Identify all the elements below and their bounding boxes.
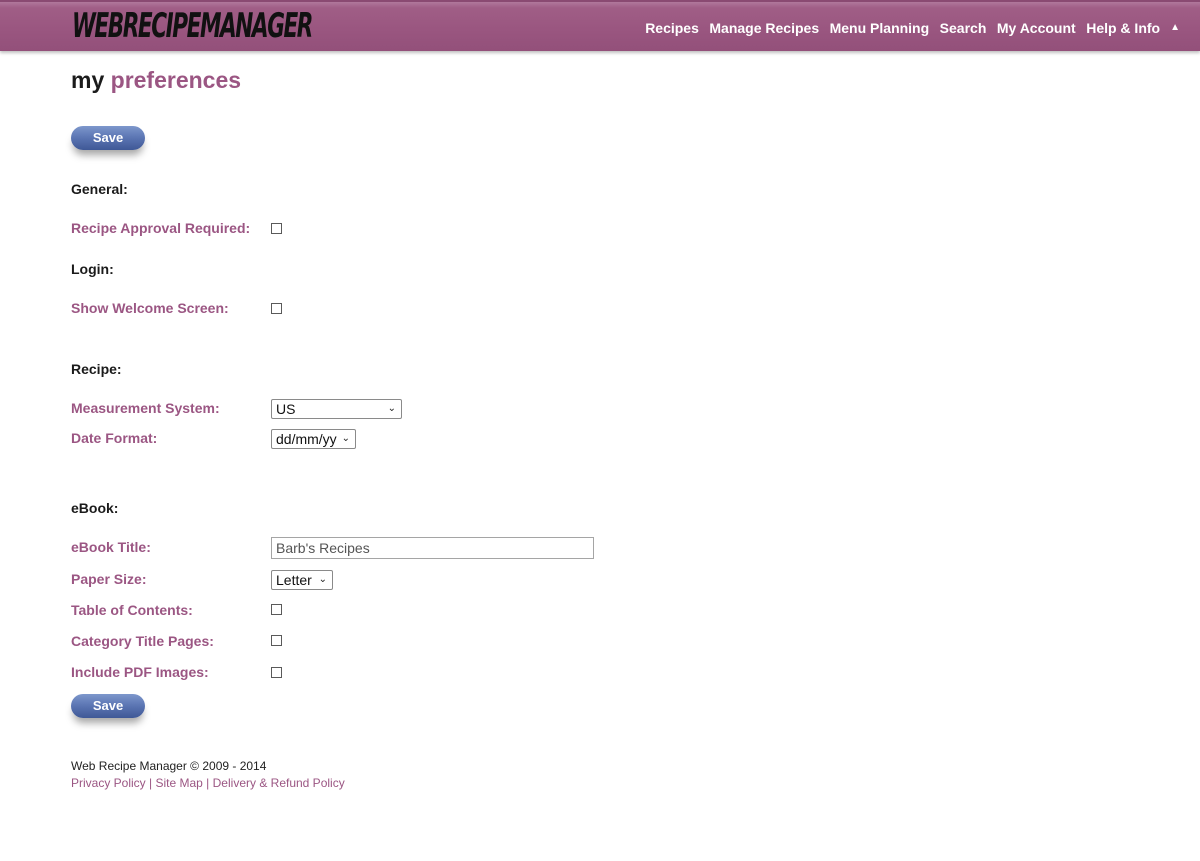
chevron-down-icon: ⌄ xyxy=(387,403,396,414)
chevron-down-icon: ⌄ xyxy=(318,574,327,585)
privacy-policy-link[interactable]: Privacy Policy xyxy=(71,776,146,790)
date-format-label: Date Format: xyxy=(71,430,158,446)
nav-my-account[interactable]: My Account xyxy=(997,20,1076,36)
section-general-heading: General: xyxy=(71,181,128,197)
top-navigation-bar: WEBRECIPEMANAGER Recipes Manage Recipes … xyxy=(0,0,1200,51)
site-map-link[interactable]: Site Map xyxy=(155,776,202,790)
section-ebook-heading: eBook: xyxy=(71,500,119,516)
site-logo[interactable]: WEBRECIPEMANAGER xyxy=(72,1,313,50)
footer-separator: | xyxy=(145,776,156,790)
measurement-system-select[interactable]: US ⌄ xyxy=(271,399,402,419)
main-nav: Recipes Manage Recipes Menu Planning Sea… xyxy=(635,2,1180,53)
date-format-select[interactable]: dd/mm/yy ⌄ xyxy=(271,429,356,449)
save-button-bottom[interactable]: Save xyxy=(71,694,145,718)
show-welcome-checkbox[interactable] xyxy=(271,303,282,314)
nav-manage-recipes[interactable]: Manage Recipes xyxy=(709,20,819,36)
chevron-down-icon: ⌄ xyxy=(341,433,350,444)
paper-size-select[interactable]: Letter ⌄ xyxy=(271,570,333,590)
include-pdf-images-label: Include PDF Images: xyxy=(71,664,209,680)
ebook-title-label: eBook Title: xyxy=(71,539,151,555)
nav-search[interactable]: Search xyxy=(940,20,987,36)
ebook-title-input[interactable]: Barb's Recipes xyxy=(271,537,594,559)
nav-menu-planning[interactable]: Menu Planning xyxy=(830,20,930,36)
date-format-value: dd/mm/yy xyxy=(276,431,337,447)
recipe-approval-label: Recipe Approval Required: xyxy=(71,220,251,236)
measurement-system-value: US xyxy=(276,401,296,417)
chevron-up-icon[interactable]: ▲ xyxy=(1170,22,1180,33)
footer-copyright: Web Recipe Manager © 2009 - 2014 xyxy=(71,759,267,773)
page-title-accent: preferences xyxy=(110,67,242,93)
footer-separator: | xyxy=(202,776,213,790)
section-recipe-heading: Recipe: xyxy=(71,361,122,377)
nav-recipes[interactable]: Recipes xyxy=(645,20,699,36)
recipe-approval-checkbox[interactable] xyxy=(271,223,282,234)
footer-links: Privacy Policy | Site Map | Delivery & R… xyxy=(71,776,345,790)
table-of-contents-checkbox[interactable] xyxy=(271,604,282,615)
nav-help-info[interactable]: Help & Info xyxy=(1086,20,1160,36)
paper-size-value: Letter xyxy=(276,572,312,588)
include-pdf-images-checkbox[interactable] xyxy=(271,667,282,678)
delivery-refund-policy-link[interactable]: Delivery & Refund Policy xyxy=(213,776,345,790)
table-of-contents-label: Table of Contents: xyxy=(71,602,193,618)
page-title-prefix: my xyxy=(71,67,105,93)
paper-size-label: Paper Size: xyxy=(71,571,147,587)
section-login-heading: Login: xyxy=(71,261,114,277)
category-title-pages-checkbox[interactable] xyxy=(271,635,282,646)
category-title-pages-label: Category Title Pages: xyxy=(71,633,214,649)
measurement-system-label: Measurement System: xyxy=(71,400,220,416)
page-title: my preferences xyxy=(71,67,241,94)
save-button-top[interactable]: Save xyxy=(71,126,145,150)
show-welcome-label: Show Welcome Screen: xyxy=(71,300,229,316)
